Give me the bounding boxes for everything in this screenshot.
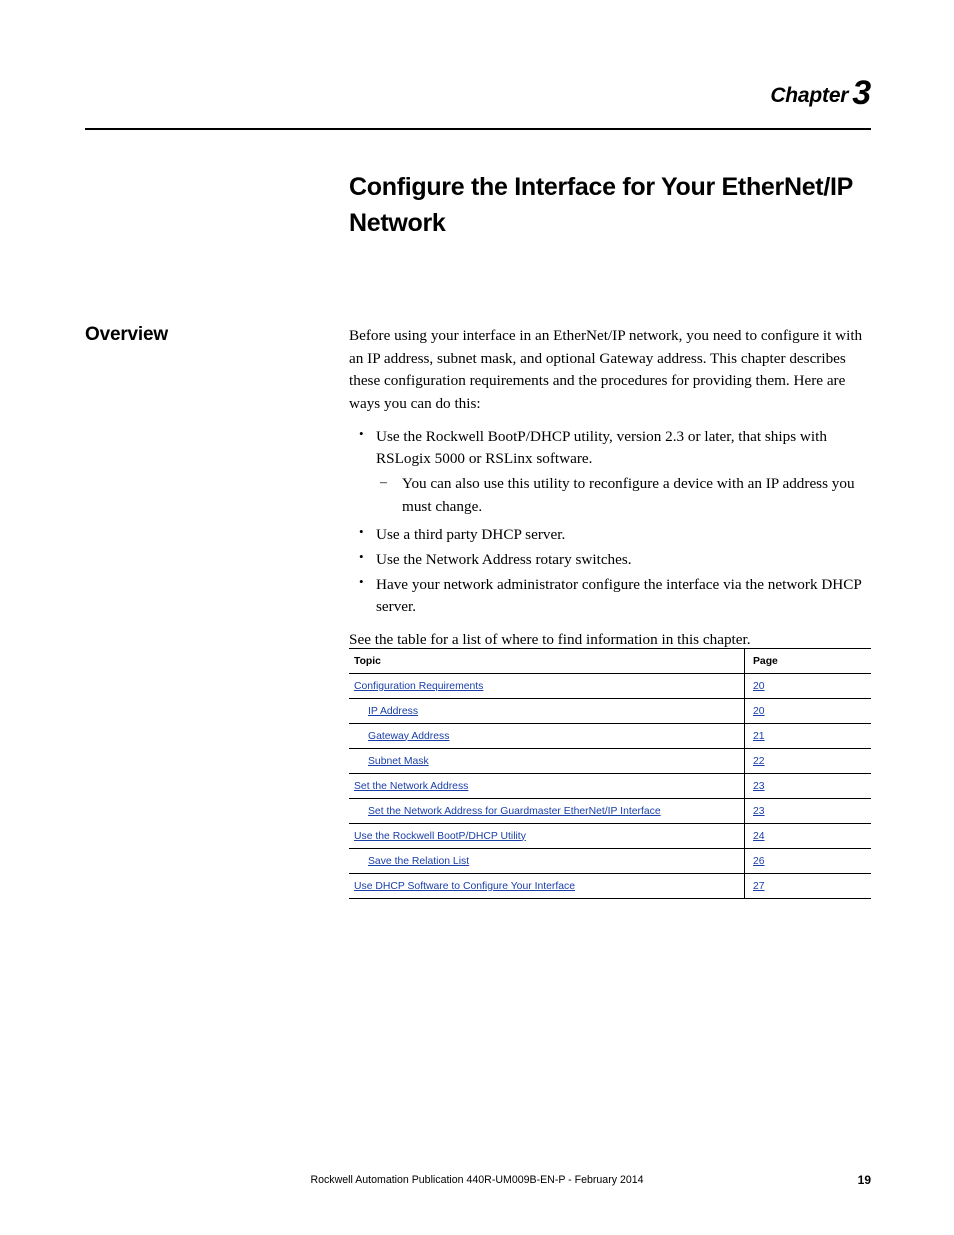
table-row: Use DHCP Software to Configure Your Inte… bbox=[349, 873, 871, 899]
page-title: Configure the Interface for Your EtherNe… bbox=[349, 173, 853, 237]
toc-page-link[interactable]: 21 bbox=[753, 731, 765, 742]
toc-link[interactable]: Configuration Requirements bbox=[354, 681, 483, 692]
toc-page-link[interactable]: 23 bbox=[753, 806, 765, 817]
table-row: IP Address 20 bbox=[349, 698, 871, 724]
bullet-text: Use the Network Address rotary switches. bbox=[376, 550, 632, 568]
chapter-divider-rule bbox=[85, 128, 871, 130]
list-item: Use the Network Address rotary switches. bbox=[349, 548, 871, 571]
chapter-contents-table: Topic Page Configuration Requirements 20… bbox=[349, 648, 871, 899]
list-item: You can also use this utility to reconfi… bbox=[376, 473, 871, 517]
page-cell: 20 bbox=[744, 698, 871, 724]
toc-page-link[interactable]: 20 bbox=[753, 681, 765, 692]
bullet-text: Have your network administrator configur… bbox=[376, 576, 862, 616]
topic-cell: Set the Network Address bbox=[349, 773, 745, 799]
toc-page-link[interactable]: 27 bbox=[753, 881, 765, 892]
overview-bullet-list: Use the Rockwell BootP/DHCP utility, ver… bbox=[349, 425, 871, 619]
topic-cell: Set the Network Address for Guardmaster … bbox=[349, 798, 745, 824]
bullet-text: Use a third party DHCP server. bbox=[376, 525, 566, 543]
page-cell: 24 bbox=[744, 823, 871, 849]
toc-link[interactable]: Use the Rockwell BootP/DHCP Utility bbox=[354, 831, 526, 842]
footer-page-number: 19 bbox=[857, 1173, 871, 1187]
table-header-row: Topic Page bbox=[349, 648, 871, 674]
topic-cell: Use DHCP Software to Configure Your Inte… bbox=[349, 873, 745, 899]
toc-link[interactable]: Set the Network Address bbox=[354, 781, 468, 792]
table-body: Configuration Requirements 20 IP Address… bbox=[349, 673, 871, 899]
list-item: Use a third party DHCP server. bbox=[349, 523, 871, 546]
column-header-topic: Topic bbox=[349, 648, 745, 674]
list-item: Have your network administrator configur… bbox=[349, 573, 871, 618]
overview-intro-paragraph: Before using your interface in an EtherN… bbox=[349, 327, 863, 412]
column-header-page: Page bbox=[744, 648, 871, 674]
page-cell: 23 bbox=[744, 798, 871, 824]
topic-cell: Configuration Requirements bbox=[349, 673, 745, 699]
toc-link[interactable]: Set the Network Address for Guardmaster … bbox=[368, 806, 661, 817]
toc-page-link[interactable]: 26 bbox=[753, 856, 765, 867]
table-row: Use the Rockwell BootP/DHCP Utility 24 bbox=[349, 823, 871, 849]
page-cell: 21 bbox=[744, 723, 871, 749]
chapter-label-text: Chapter bbox=[770, 84, 849, 107]
page-cell: 22 bbox=[744, 748, 871, 774]
page-cell: 20 bbox=[744, 673, 871, 699]
table-row: Set the Network Address for Guardmaster … bbox=[349, 798, 871, 824]
toc-link[interactable]: IP Address bbox=[368, 706, 418, 717]
page-cell: 23 bbox=[744, 773, 871, 799]
table-header: Topic Page bbox=[349, 648, 871, 674]
page-cell: 27 bbox=[744, 873, 871, 899]
toc-link[interactable]: Use DHCP Software to Configure Your Inte… bbox=[354, 881, 575, 892]
document-page: Chapter 3 Configure the Interface for You… bbox=[0, 0, 954, 1235]
topic-cell: IP Address bbox=[349, 698, 745, 724]
bullet-text: Use the Rockwell BootP/DHCP utility, ver… bbox=[376, 428, 827, 468]
toc-link[interactable]: Gateway Address bbox=[368, 731, 449, 742]
table-row: Subnet Mask 22 bbox=[349, 748, 871, 774]
footer-publication-text: Rockwell Automation Publication 440R-UM0… bbox=[310, 1174, 644, 1186]
sub-bullet-text: You can also use this utility to reconfi… bbox=[402, 475, 855, 515]
table-row: Gateway Address 21 bbox=[349, 723, 871, 749]
toc-link[interactable]: Save the Relation List bbox=[368, 856, 469, 867]
topic-cell: Save the Relation List bbox=[349, 848, 745, 874]
list-item: Use the Rockwell BootP/DHCP utility, ver… bbox=[349, 425, 871, 518]
overview-body: Before using your interface in an EtherN… bbox=[349, 325, 871, 662]
page-cell: 26 bbox=[744, 848, 871, 874]
section-heading-overview: Overview bbox=[85, 324, 168, 345]
chapter-number: 3 bbox=[852, 74, 871, 112]
toc-page-link[interactable]: 20 bbox=[753, 706, 765, 717]
chapter-label: Chapter 3 bbox=[770, 76, 871, 110]
toc-link[interactable]: Subnet Mask bbox=[368, 756, 429, 767]
table-row: Set the Network Address 23 bbox=[349, 773, 871, 799]
toc-page-link[interactable]: 24 bbox=[753, 831, 765, 842]
topic-cell: Gateway Address bbox=[349, 723, 745, 749]
table-row: Configuration Requirements 20 bbox=[349, 673, 871, 699]
table-row: Save the Relation List 26 bbox=[349, 848, 871, 874]
toc-page-link[interactable]: 23 bbox=[753, 781, 765, 792]
toc-page-link[interactable]: 22 bbox=[753, 756, 765, 767]
overview-sub-bullet-list: You can also use this utility to reconfi… bbox=[376, 473, 871, 517]
topic-cell: Use the Rockwell BootP/DHCP Utility bbox=[349, 823, 745, 849]
topic-cell: Subnet Mask bbox=[349, 748, 745, 774]
